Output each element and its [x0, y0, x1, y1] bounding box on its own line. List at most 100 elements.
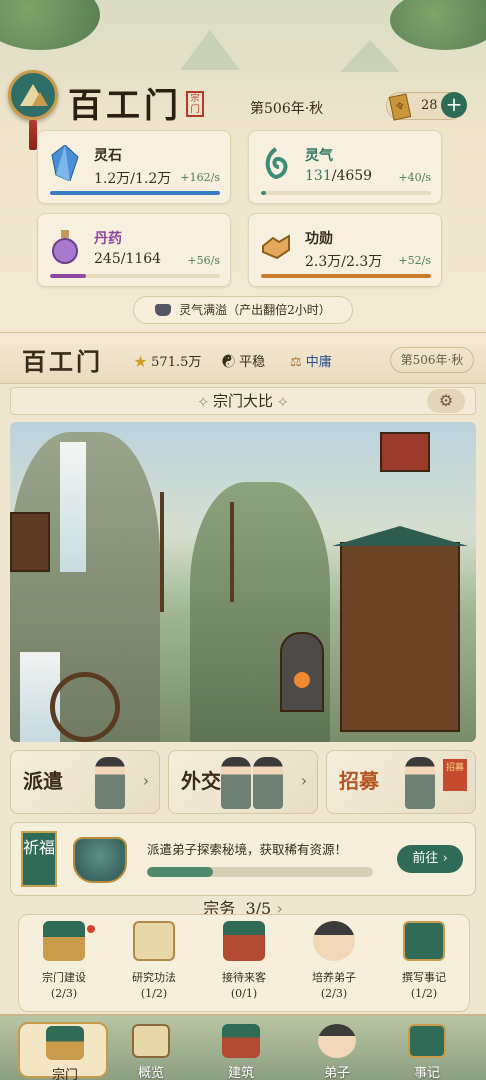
- status-text: 灵气满溢（产出翻倍2小时）: [179, 303, 331, 317]
- nav-sect[interactable]: 宗门: [18, 1022, 108, 1080]
- disciple-portrait-icon: [313, 921, 355, 961]
- book-icon: [408, 1024, 446, 1058]
- sect-contest-bar[interactable]: ⟡ 宗门大比 ⟡ ⚙: [10, 387, 476, 415]
- gate-decoration: [380, 432, 430, 472]
- resource-card-qi[interactable]: 灵气 131/4659 +40/s: [248, 130, 442, 204]
- prestige-value: 571.5万: [151, 355, 202, 370]
- task-write-chronicle[interactable]: 撰写事记 (1/2): [379, 915, 469, 1013]
- foliage-decoration: [0, 0, 100, 50]
- resource-rate: +52/s: [398, 254, 431, 267]
- sect-scene-illustration[interactable]: [10, 422, 476, 742]
- chevron-right-icon: ›: [142, 771, 149, 790]
- resource-bar: [50, 191, 220, 195]
- resource-value: 1.2万/1.2万: [94, 171, 172, 187]
- roof-decoration: [332, 526, 468, 546]
- scroll-chart-icon: [132, 1024, 170, 1058]
- sect-seal: 宗门: [186, 91, 204, 117]
- resource-card-spirit-stone[interactable]: 灵石 1.2万/1.2万 +162/s: [37, 130, 231, 204]
- recruit-label: 招募: [339, 769, 379, 793]
- crystal-icon: [51, 145, 79, 181]
- contest-label: 宗门大比: [212, 392, 273, 410]
- quest-progress-fill: [147, 867, 213, 877]
- nav-chronicle[interactable]: 事记: [382, 1022, 472, 1080]
- task-count: (2/3): [50, 987, 78, 1000]
- gear-icon[interactable]: ⚙: [427, 389, 465, 413]
- resource-value-max: /4659: [331, 168, 373, 184]
- yin-yang-icon: ☯: [222, 355, 236, 370]
- token-icon: 令: [388, 93, 412, 121]
- stability-value: 平稳: [239, 355, 266, 370]
- censer-icon: [73, 837, 127, 883]
- chevron-right-icon: ›: [300, 771, 307, 790]
- pavilion-icon: [43, 921, 85, 961]
- alignment-stat[interactable]: ⚖ 中庸: [290, 351, 332, 370]
- quest-text: 派遣弟子探索秘境，获取稀有资源！: [147, 842, 348, 857]
- resource-card-pills[interactable]: 丹药 245/1164 +56/s: [37, 213, 231, 287]
- resource-value: 2.3万/2.3万: [305, 254, 383, 270]
- bottom-nav: 宗门 概览 建筑 弟子 事记: [0, 1014, 486, 1080]
- resource-name: 灵石: [94, 148, 122, 164]
- envoy-figure: [221, 757, 251, 809]
- task-label: 撰写事记: [402, 971, 446, 984]
- prestige-stat[interactable]: ★ 571.5万: [134, 351, 201, 370]
- disciple-figure: [95, 757, 125, 809]
- task-count: (2/3): [320, 987, 348, 1000]
- fire-decoration: [294, 672, 310, 688]
- scales-icon: ⚖: [290, 355, 302, 370]
- scroll-chart-icon: [133, 921, 175, 961]
- resource-value: 245/1164: [94, 251, 162, 267]
- go-button[interactable]: 前往 ›: [397, 845, 463, 873]
- sect-title: 百工门: [68, 86, 182, 126]
- resource-bar-fill: [50, 191, 220, 195]
- task-receive-guests[interactable]: 接待来客 (0/1): [199, 915, 289, 1013]
- task-label: 培养弟子: [312, 971, 356, 984]
- book-icon: [403, 921, 445, 961]
- task-label: 宗门建设: [42, 971, 86, 984]
- tassel-decoration: [29, 120, 37, 150]
- diplomacy-card[interactable]: 外交 ›: [168, 750, 318, 814]
- nav-overview[interactable]: 概览: [106, 1022, 196, 1080]
- contest-deco-right: ⟡: [277, 392, 288, 410]
- spirit-swirl-icon: [265, 147, 288, 180]
- resource-value: 131/4659: [305, 168, 372, 184]
- sect-emblem[interactable]: [8, 70, 58, 120]
- dispatch-label: 派遣: [23, 769, 63, 793]
- mountain-decoration: [180, 30, 240, 70]
- task-research[interactable]: 研究功法 (1/2): [109, 915, 199, 1013]
- contest-deco-left: ⟡: [198, 392, 209, 410]
- mountain-icon: [20, 84, 48, 106]
- task-train-disciples[interactable]: 培养弟子 (2/3): [289, 915, 379, 1013]
- status-pill[interactable]: 灵气满溢（产出翻倍2小时）: [133, 296, 353, 324]
- resource-name: 功勋: [305, 231, 333, 247]
- recruit-banner: 招募: [443, 759, 467, 791]
- resource-name: 丹药: [94, 231, 122, 247]
- alignment-value: 中庸: [305, 355, 332, 370]
- recruit-card[interactable]: 招募 招募: [326, 750, 476, 814]
- nav-disciples[interactable]: 弟子: [292, 1022, 382, 1080]
- dispatch-card[interactable]: 派遣 ›: [10, 750, 160, 814]
- resource-bar-fill: [261, 191, 267, 195]
- quest-progress-bar: [147, 867, 373, 877]
- resource-card-merit[interactable]: 功勋 2.3万/2.3万 +52/s: [248, 213, 442, 287]
- workshop-tower: [340, 542, 460, 732]
- nav-buildings[interactable]: 建筑: [196, 1022, 286, 1080]
- blessing-tag[interactable]: 祈福: [21, 831, 57, 887]
- crane-decoration: [160, 492, 164, 612]
- add-token-button[interactable]: +: [441, 92, 467, 118]
- task-sect-building[interactable]: 宗门建设 (2/3): [19, 915, 109, 1013]
- cauldron-icon: [155, 304, 172, 316]
- date-label: 第506年·秋: [250, 101, 324, 117]
- nav-label: 宗门: [51, 1068, 78, 1080]
- star-icon: ★: [134, 355, 148, 370]
- stability-stat[interactable]: ☯ 平稳: [222, 351, 265, 370]
- resource-bar: [261, 274, 431, 278]
- envoy-figure: [253, 757, 283, 809]
- task-label: 接待来客: [222, 971, 266, 984]
- gate-icon: [223, 921, 265, 961]
- waterfall-decoration: [60, 442, 86, 572]
- foliage-decoration: [390, 0, 486, 50]
- building-decoration: [10, 512, 50, 572]
- resource-rate: +40/s: [398, 171, 431, 184]
- resource-rate: +56/s: [187, 254, 220, 267]
- resource-bar: [50, 274, 220, 278]
